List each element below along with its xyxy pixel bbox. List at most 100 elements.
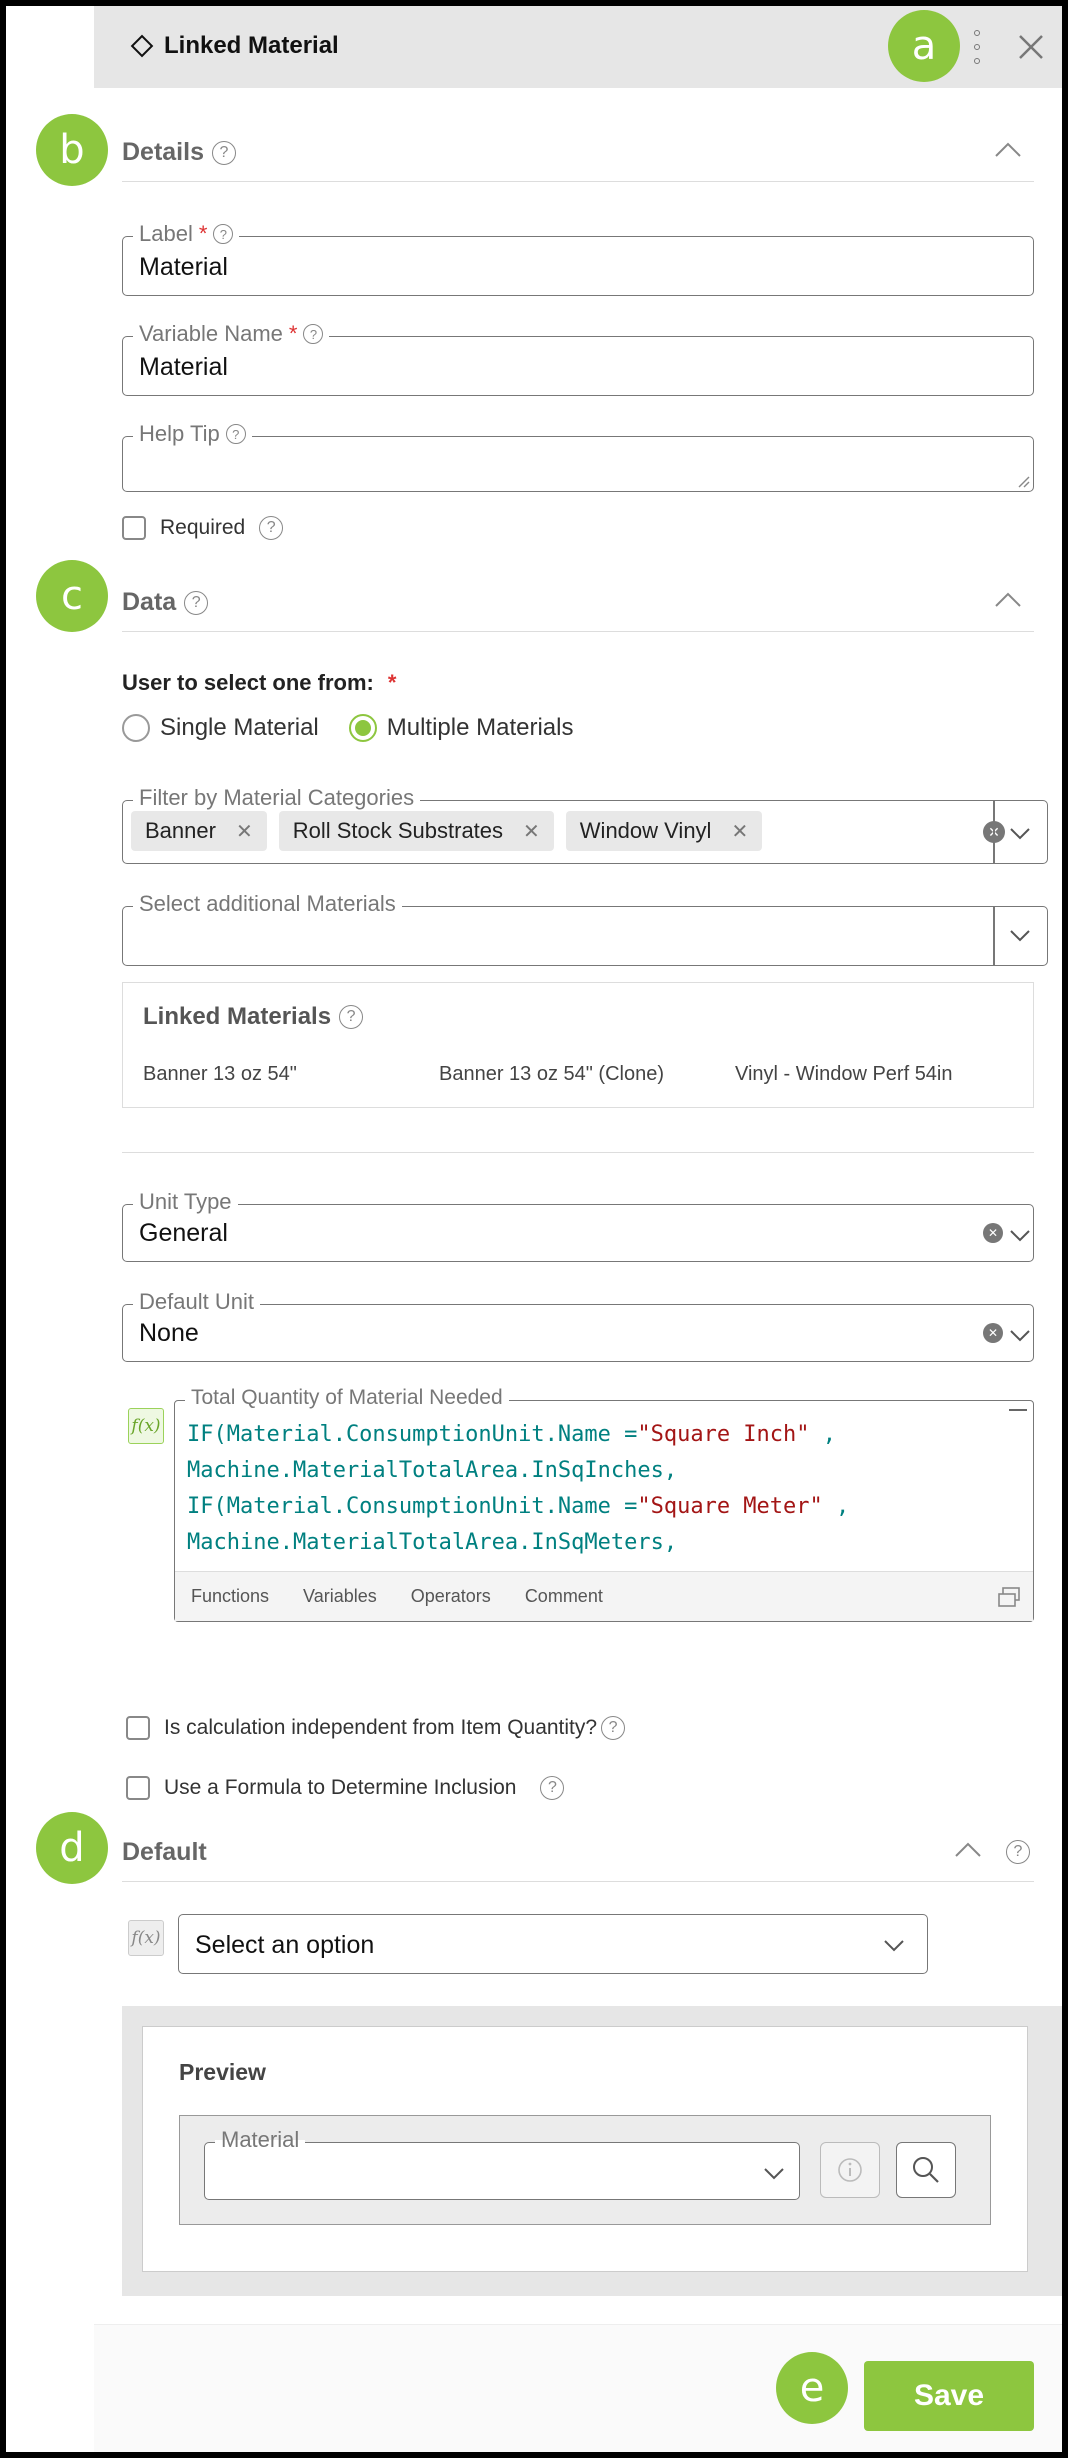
category-chips: Banner ✕ Roll Stock Substrates ✕ Window Vi…	[131, 811, 774, 851]
formula-toolbar: Functions Variables Operators Comment	[175, 1571, 1033, 1621]
help-icon[interactable]: ?	[601, 1716, 626, 1740]
info-icon	[838, 2158, 862, 2182]
chevron-up-icon[interactable]	[994, 590, 1022, 610]
default-unit-value: None	[139, 1319, 199, 1347]
clear-icon[interactable]: ✕	[983, 1323, 1003, 1343]
clear-icon[interactable]: ✕	[983, 1223, 1003, 1243]
inclusion-checkbox[interactable]	[126, 1776, 150, 1800]
variable-name-value: Material	[139, 353, 228, 381]
help-tip-label: Help Tip	[139, 421, 220, 446]
label-field-legend: Label * ?	[133, 221, 240, 247]
independent-checkbox[interactable]	[126, 1716, 150, 1740]
toolbar-variables[interactable]: Variables	[303, 1586, 377, 1607]
help-icon[interactable]: ?	[225, 424, 246, 444]
selection-radio-group: Single Material Multiple Materials	[122, 714, 573, 742]
help-tip-field[interactable]: Help Tip ?	[122, 421, 1034, 492]
chip-window-vinyl[interactable]: Window Vinyl ✕	[565, 811, 763, 851]
radio-single-label[interactable]: Single Material	[160, 714, 319, 742]
toolbar-comment[interactable]: Comment	[525, 1586, 603, 1607]
radio-multiple-materials[interactable]	[348, 714, 377, 742]
unit-type-field[interactable]: Unit Type General ✕	[122, 1189, 1034, 1262]
badge-b: b	[36, 114, 108, 186]
help-icon[interactable]: ?	[1006, 1840, 1030, 1864]
panel-footer: Save	[94, 2324, 1062, 2452]
remove-chip-icon[interactable]: ✕	[731, 819, 748, 844]
collapse-icon[interactable]	[1009, 1409, 1027, 1411]
linked-item: Banner 13 oz 54"	[143, 1063, 297, 1085]
data-title-text: Data	[122, 588, 177, 616]
default-select[interactable]: Select an option	[178, 1914, 928, 1974]
unit-type-legend: Unit Type	[133, 1189, 238, 1215]
code-line: Machine.MaterialTotalArea.InSqInches,	[187, 1458, 678, 1483]
resize-handle-icon[interactable]	[1016, 474, 1030, 488]
close-icon[interactable]	[1014, 30, 1048, 64]
chevron-up-icon[interactable]	[994, 140, 1022, 160]
chip-label: Roll Stock Substrates	[292, 818, 504, 843]
radio-single-material[interactable]	[122, 714, 150, 742]
formula-editor[interactable]: Total Quantity of Material Needed IF(Mat…	[174, 1386, 1034, 1622]
details-title-text: Details	[122, 138, 204, 166]
preview-title: Preview	[179, 2059, 266, 2085]
required-row: Required ?	[122, 516, 284, 540]
help-icon[interactable]: ?	[540, 1776, 565, 1800]
default-fx-icon[interactable]: f(x)	[128, 1920, 164, 1956]
help-icon[interactable]: ?	[184, 590, 209, 615]
default-section-header[interactable]: Default ?	[122, 1822, 1034, 1882]
filter-categories-label: Filter by Material Categories	[139, 785, 415, 810]
variable-name-field[interactable]: Variable Name * ? Material	[122, 321, 1034, 396]
chevron-down-icon[interactable]	[1009, 929, 1031, 943]
inclusion-label: Use a Formula to Determine Inclusion	[164, 1776, 517, 1799]
help-icon[interactable]: ?	[211, 140, 236, 165]
preview-material-select[interactable]: Material	[204, 2127, 800, 2200]
help-tip-legend: Help Tip ?	[133, 421, 252, 447]
linked-item: Vinyl - Window Perf 54in	[735, 1063, 953, 1085]
remove-chip-icon[interactable]: ✕	[523, 819, 540, 844]
chevron-down-icon[interactable]	[1009, 1329, 1031, 1343]
required-asterisk: *	[387, 670, 397, 695]
chevron-up-icon[interactable]	[954, 1840, 982, 1860]
data-section-header[interactable]: Data ?	[122, 572, 1034, 632]
required-asterisk: *	[288, 321, 298, 346]
more-options-icon[interactable]	[972, 30, 982, 64]
required-checkbox[interactable]	[122, 516, 146, 540]
additional-materials-field[interactable]: Select additional Materials	[122, 891, 1048, 966]
remove-chip-icon[interactable]: ✕	[236, 819, 253, 844]
badge-d: d	[36, 1812, 108, 1884]
panel-title-text: Linked Material	[164, 32, 339, 59]
additional-materials-legend: Select additional Materials	[133, 891, 402, 917]
preview-material-label: Material	[221, 2127, 300, 2152]
search-button[interactable]	[896, 2142, 956, 2198]
formula-fx-icon[interactable]: f(x)	[128, 1408, 164, 1444]
app-frame: a b c d e Linked Material Details ? Labe…	[6, 6, 1062, 2452]
help-icon[interactable]: ?	[213, 224, 234, 244]
linked-item: Banner 13 oz 54" (Clone)	[439, 1063, 665, 1085]
save-button[interactable]: Save	[864, 2361, 1034, 2431]
filter-categories-field[interactable]: Filter by Material Categories Banner ✕ Ro…	[122, 785, 1048, 864]
chevron-down-icon[interactable]	[763, 2167, 785, 2181]
details-section-header[interactable]: Details ?	[122, 122, 1034, 182]
chevron-down-icon[interactable]	[883, 1939, 905, 1953]
help-icon[interactable]: ?	[259, 516, 284, 540]
help-icon[interactable]: ?	[303, 324, 324, 344]
chevron-down-icon[interactable]	[1009, 827, 1031, 841]
info-button[interactable]	[820, 2142, 880, 2198]
independent-row: Is calculation independent from Item Qua…	[126, 1716, 626, 1740]
default-title-text: Default	[122, 1838, 207, 1866]
expand-icon[interactable]	[997, 1586, 1021, 1608]
help-icon[interactable]: ?	[339, 1005, 364, 1029]
chip-banner[interactable]: Banner ✕	[131, 811, 267, 851]
left-strip	[6, 6, 94, 2452]
chip-label: Window Vinyl	[579, 818, 712, 843]
formula-legend: Total Quantity of Material Needed	[185, 1386, 509, 1410]
chip-roll-stock[interactable]: Roll Stock Substrates ✕	[278, 811, 554, 851]
select-prompt-text: User to select one from:	[122, 670, 374, 695]
radio-multiple-label[interactable]: Multiple Materials	[387, 714, 574, 742]
formula-code[interactable]: IF(Material.ConsumptionUnit.Name ="Squar…	[187, 1417, 1007, 1557]
chevron-down-icon[interactable]	[1009, 1229, 1031, 1243]
label-field[interactable]: Label * ? Material	[122, 221, 1034, 296]
default-unit-field[interactable]: Default Unit None ✕	[122, 1289, 1034, 1362]
unit-type-value: General	[139, 1219, 228, 1247]
toolbar-functions[interactable]: Functions	[191, 1586, 269, 1607]
toolbar-operators[interactable]: Operators	[411, 1586, 491, 1607]
variable-name-legend: Variable Name * ?	[133, 321, 330, 347]
